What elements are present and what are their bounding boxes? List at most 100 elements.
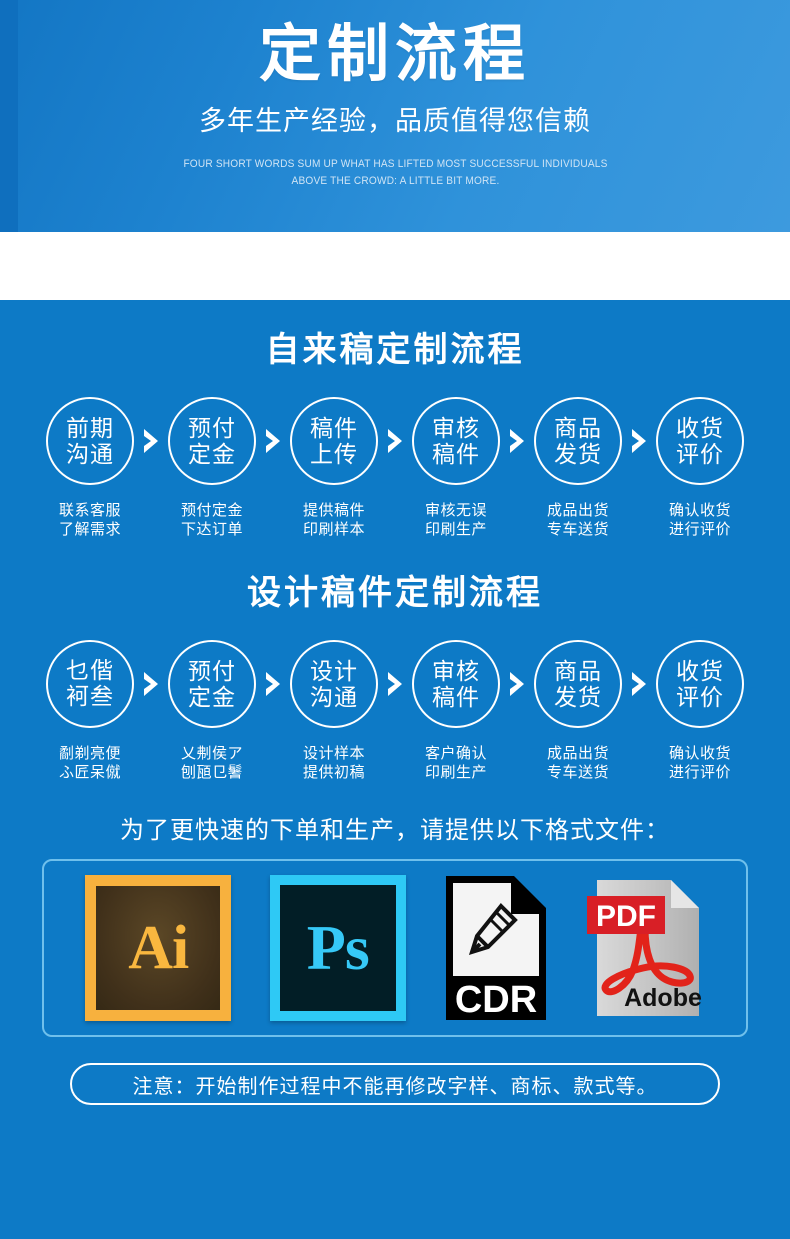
flow-step-circle[interactable]: 审核 稿件 [412, 397, 500, 485]
chevron-right-icon [137, 397, 165, 485]
caption-line-2: 印刷生产 [424, 764, 487, 781]
caption-line-2: 进行评价 [668, 764, 731, 781]
chevron-right-icon [259, 397, 287, 485]
flow-step[interactable]: 预付 定金 预付定金 下达订单 [165, 397, 259, 539]
caption-line-1: 预付定金 [180, 502, 243, 519]
section-file-formats: 为了更快速的下单和生产，请提供以下格式文件： Ai Ps CDR PDF Ado… [0, 782, 790, 1037]
flow-step-caption: 提供稿件 印刷样本 [303, 501, 365, 539]
banner-subtitle: 多年生产经验，品质值得您信赖 [199, 106, 591, 137]
section-design-draft: 设计稿件定制流程 乜偕 袔叁 劀剃亮便 ふ匠呆僦 预付 定金 乂刜侯ア 刨瓸㔾鬐… [0, 539, 790, 782]
formats-title: 为了更快速的下单和生产，请提供以下格式文件： [120, 817, 670, 844]
photoshop-ps-icon[interactable]: Ps [269, 875, 406, 1021]
caption-line-2: 进行评价 [668, 521, 731, 538]
adobe-pdf-icon[interactable]: PDF Adobe [586, 878, 705, 1018]
chevron-right-icon [381, 640, 409, 728]
ai-icon-label: Ai [128, 914, 189, 982]
circle-label-line-2: 发货 [554, 441, 602, 467]
flow-step-circle[interactable]: 乜偕 袔叁 [46, 640, 134, 728]
flow-step[interactable]: 设计 沟通 设计样本 提供初稿 [287, 640, 381, 782]
flow-step[interactable]: 审核 稿件 审核无误 印刷生产 [409, 397, 503, 539]
flow-step-circle[interactable]: 前期 沟通 [46, 397, 134, 485]
flow-step-caption: 成品出货 专车送货 [547, 501, 609, 539]
caption-line-2: 印刷样本 [302, 521, 365, 538]
flow-step[interactable]: 商品 发货 成品出货 专车送货 [531, 397, 625, 539]
caption-line-2: ふ匠呆僦 [58, 763, 121, 781]
flow-step-circle[interactable]: 预付 定金 [168, 640, 256, 728]
caption-line-1: 确认收货 [668, 745, 731, 762]
circle-label-line-2: 评价 [676, 684, 724, 710]
notice-text: 注意：开始制作过程中不能再修改字样、商标、款式等。 [132, 1075, 658, 1098]
flow-step-caption: 设计样本 提供初稿 [303, 744, 365, 782]
banner-eyebrow-line-2: ABOVE THE CROWD: A LITTLE BIT MORE. [291, 174, 499, 187]
flow-step-caption: 成品出货 专车送货 [547, 744, 609, 782]
banner-content: 定制流程 多年生产经验，品质值得您信赖 FOUR SHORT WORDS SUM… [0, 0, 790, 232]
coreldraw-cdr-icon[interactable]: CDR [444, 874, 548, 1022]
chevron-right-icon [503, 640, 531, 728]
chevron-right-icon [137, 640, 165, 728]
caption-line-2: 刨瓸㔾鬐 [180, 763, 243, 781]
main-panel: 自来稿定制流程 前期 沟通 联系客服 了解需求 预付 定金 预付定金 下达订单 … [0, 300, 790, 1239]
flow-step-circle[interactable]: 收货 评价 [656, 397, 744, 485]
flow-step[interactable]: 前期 沟通 联系客服 了解需求 [43, 397, 137, 539]
caption-line-1: 乂刜侯ア [180, 744, 243, 762]
circle-label-line-1: 审核 [432, 658, 480, 684]
chevron-right-icon [625, 640, 653, 728]
banner-eyebrow-line-1: FOUR SHORT WORDS SUM UP WHAT HAS LIFTED … [182, 158, 608, 171]
circle-label-line-2: 稿件 [432, 441, 480, 467]
flow-step[interactable]: 收货 评价 确认收货 进行评价 [653, 640, 747, 782]
circle-label-line-1: 收货 [676, 658, 724, 684]
caption-line-2: 专车送货 [546, 521, 609, 538]
flow-step-circle[interactable]: 审核 稿件 [412, 640, 500, 728]
banner-eyebrow-text: FOUR SHORT WORDS SUM UP WHAT HAS LIFTED … [183, 156, 607, 189]
flow-step-circle[interactable]: 设计 沟通 [290, 640, 378, 728]
flow-step-circle[interactable]: 稿件 上传 [290, 397, 378, 485]
circle-label-line-2: 定金 [188, 441, 236, 467]
flow-step[interactable]: 收货 评价 确认收货 进行评价 [653, 397, 747, 539]
illustrator-ai-icon[interactable]: Ai [85, 875, 232, 1021]
ai-icon-inner: Ai [96, 886, 221, 1010]
flow-step-caption: 审核无误 印刷生产 [425, 501, 487, 539]
flow-step-caption: 客户确认 印刷生产 [425, 744, 487, 782]
circle-label-line-1: 商品 [554, 658, 602, 684]
flow-step[interactable]: 商品 发货 成品出货 专车送货 [531, 640, 625, 782]
flow-step[interactable]: 稿件 上传 提供稿件 印刷样本 [287, 397, 381, 539]
pdf-icon-sublabel: Adobe [624, 984, 702, 1012]
formats-box: Ai Ps CDR PDF Adobe [42, 859, 748, 1037]
caption-line-1: 确认收货 [668, 502, 731, 519]
chevron-right-icon [503, 397, 531, 485]
cdr-icon-label: CDR [455, 979, 537, 1021]
flow-step[interactable]: 审核 稿件 客户确认 印刷生产 [409, 640, 503, 782]
ps-icon-inner: Ps [279, 885, 396, 1011]
circle-label-line-2: 沟通 [310, 684, 358, 710]
circle-label-line-1: 设计 [310, 658, 358, 684]
hero-banner: 定制流程 多年生产经验，品质值得您信赖 FOUR SHORT WORDS SUM… [0, 0, 790, 232]
flow-step-circle[interactable]: 收货 评价 [656, 640, 744, 728]
circle-label-line-2: 上传 [310, 441, 358, 467]
flow-step-circle[interactable]: 商品 发货 [534, 640, 622, 728]
circle-label-line-2: 沟通 [66, 441, 114, 467]
circle-label-line-2: 袔叁 [66, 684, 114, 710]
chevron-right-icon [381, 397, 409, 485]
notice-banner: 注意：开始制作过程中不能再修改字样、商标、款式等。 [70, 1063, 720, 1105]
circle-label-line-2: 定金 [188, 684, 236, 710]
caption-line-2: 专车送货 [546, 764, 609, 781]
flow-step-caption: 联系客服 了解需求 [59, 501, 121, 539]
caption-line-1: 联系客服 [58, 502, 121, 519]
ps-icon-label: Ps [306, 912, 370, 983]
flow-step[interactable]: 预付 定金 乂刜侯ア 刨瓸㔾鬐 [165, 640, 259, 782]
circle-label-line-1: 稿件 [310, 415, 358, 441]
flow-step-caption: 乂刜侯ア 刨瓸㔾鬐 [181, 744, 243, 782]
caption-line-1: 客户确认 [424, 745, 487, 762]
section2-heading: 设计稿件定制流程 [247, 574, 543, 612]
flow-step-caption: 预付定金 下达订单 [181, 501, 243, 539]
flow-step-circle[interactable]: 商品 发货 [534, 397, 622, 485]
flow-step-caption: 劀剃亮便 ふ匠呆僦 [59, 744, 121, 782]
section-self-draft: 自来稿定制流程 前期 沟通 联系客服 了解需求 预付 定金 预付定金 下达订单 … [0, 300, 790, 539]
circle-label-line-2: 发货 [554, 684, 602, 710]
flow-step-circle[interactable]: 预付 定金 [168, 397, 256, 485]
caption-line-2: 了解需求 [58, 521, 121, 538]
flow-step-caption: 确认收货 进行评价 [669, 501, 731, 539]
section2-flow-row: 乜偕 袔叁 劀剃亮便 ふ匠呆僦 预付 定金 乂刜侯ア 刨瓸㔾鬐 设计 沟通 设计… [0, 640, 790, 782]
flow-step[interactable]: 乜偕 袔叁 劀剃亮便 ふ匠呆僦 [43, 640, 137, 782]
circle-label-line-1: 审核 [432, 415, 480, 441]
